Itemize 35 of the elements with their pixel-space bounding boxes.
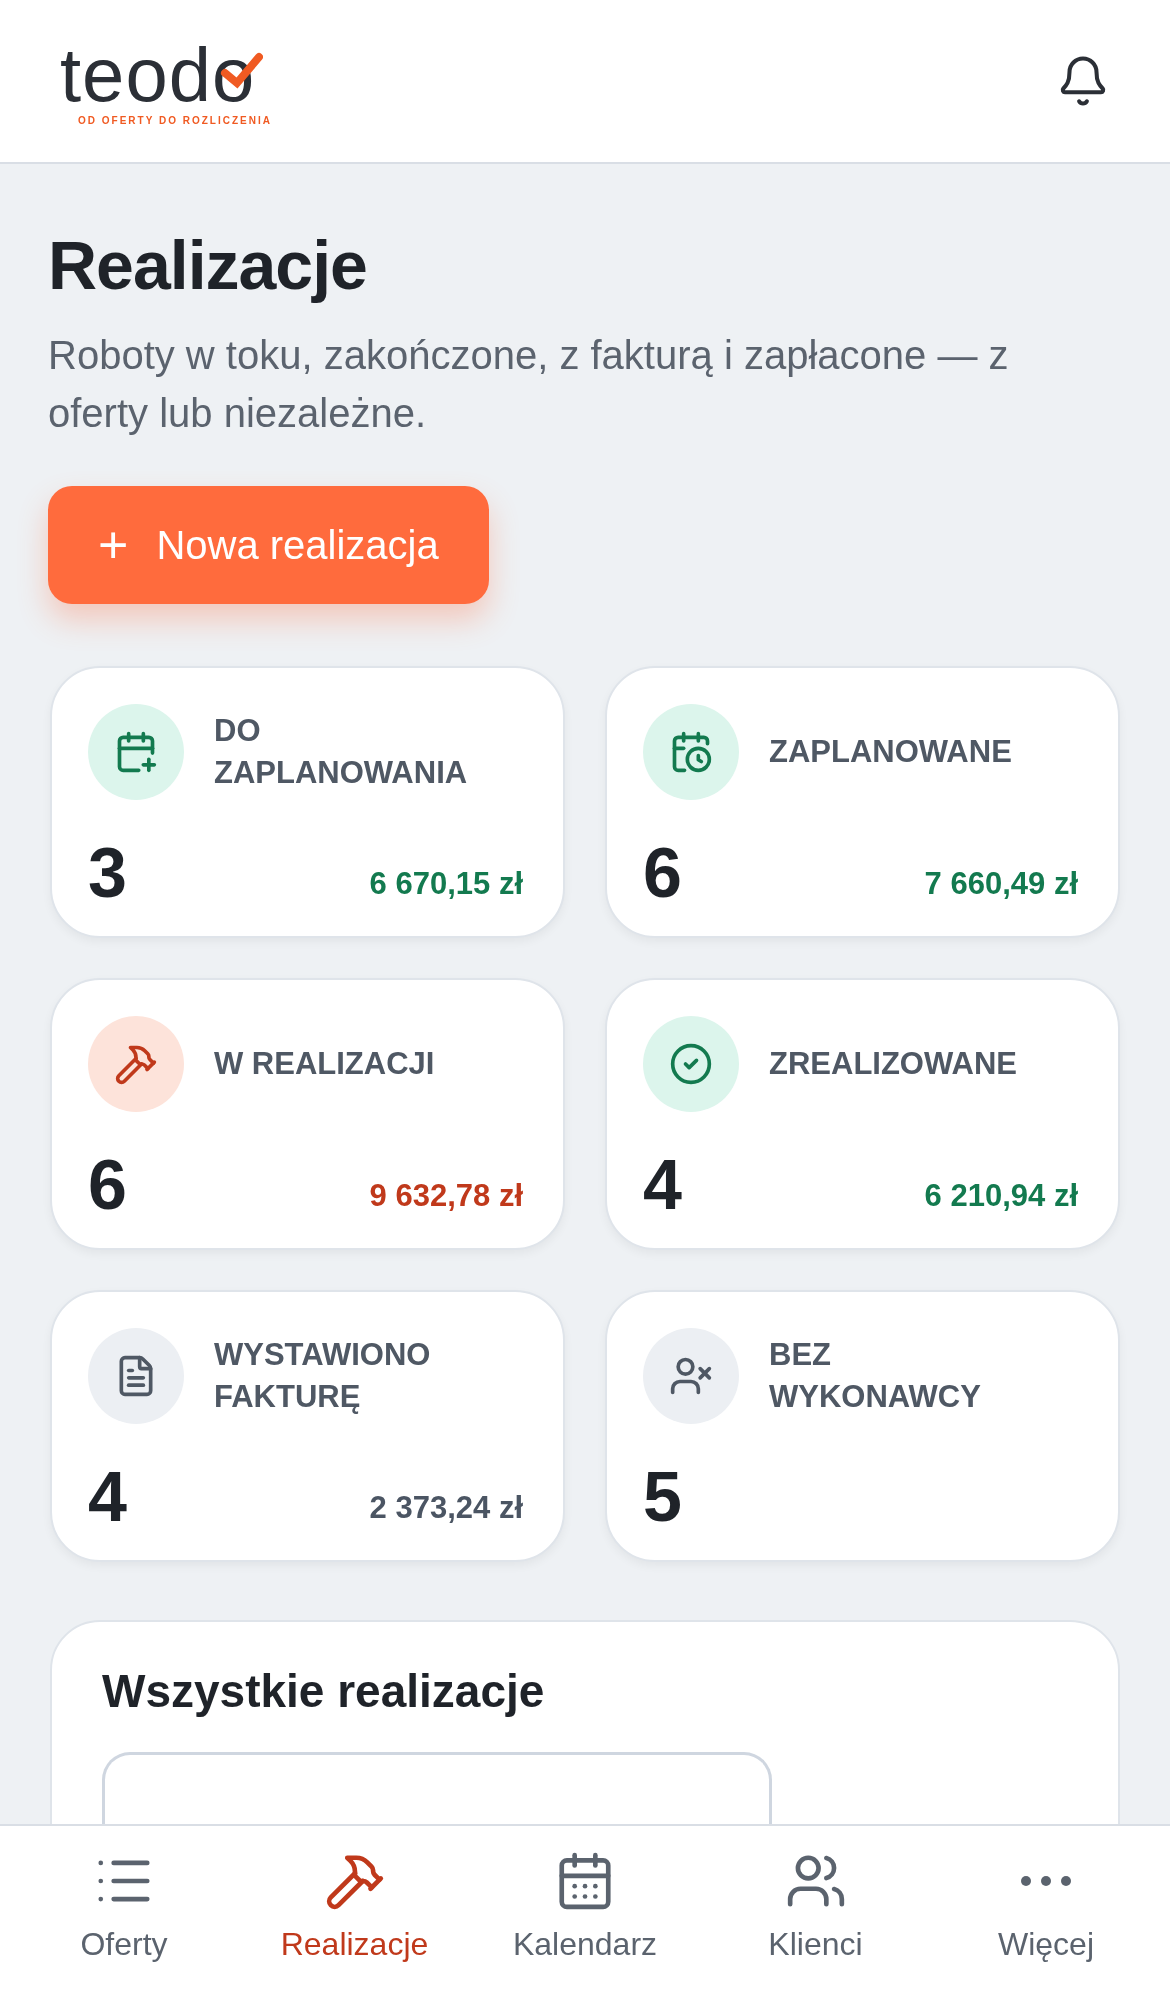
page-subtitle: Roboty w toku, zakończone, z fakturą i zapłacone — z oferty lub niezależne.	[48, 332, 1010, 437]
stat-card[interactable]: ZAPLANOWANE 6 7 660,49 zł	[605, 666, 1120, 938]
stat-amount: 7 660,49 zł	[924, 866, 1078, 902]
stat-card[interactable]: BEZ WYKONAWCY 5	[605, 1290, 1120, 1562]
stat-label: ZAPLANOWANE	[769, 733, 1012, 771]
stat-label: BEZ WYKONAWCY	[769, 1336, 982, 1416]
stat-label: DO ZAPLANOWANIA	[214, 712, 469, 792]
page-title: Realizacje	[48, 226, 368, 304]
stat-label: WYSTAWIONO FAKTURĘ	[214, 1336, 432, 1416]
nav-tab[interactable]: Kalendarz	[485, 1850, 685, 1992]
logo: teodo	[60, 36, 256, 113]
stat-amount: 6 210,94 zł	[924, 1178, 1078, 1214]
stat-count: 3	[88, 838, 127, 908]
stat-label: W REALIZACJI	[214, 1045, 435, 1083]
stat-amount: 9 632,78 zł	[369, 1178, 523, 1214]
check-circle-icon	[669, 1042, 713, 1086]
nav-tab[interactable]: Realizacje	[254, 1850, 455, 1992]
stat-card[interactable]: ZREALIZOWANE 4 6 210,94 zł	[605, 978, 1120, 1250]
nav-tab[interactable]: Klienci	[715, 1850, 916, 1992]
stat-count: 6	[88, 1150, 127, 1220]
section-title: Wszystkie realizacje	[102, 1664, 546, 1718]
stat-count: 6	[643, 838, 682, 908]
stat-count: 4	[643, 1150, 682, 1220]
stat-amount: 2 373,24 zł	[369, 1490, 523, 1526]
stat-count: 5	[643, 1462, 682, 1532]
stat-card[interactable]: WYSTAWIONO FAKTURĘ 4 2 373,24 zł	[50, 1290, 565, 1562]
nav-tab[interactable]: Oferty	[24, 1850, 224, 1992]
logo-tagline: OD OFERTY DO ROZLICZENIA	[78, 114, 272, 126]
stat-card[interactable]: DO ZAPLANOWANIA 3 6 670,15 zł	[50, 666, 565, 938]
stat-count: 4	[88, 1462, 127, 1532]
more-icon	[1020, 1875, 1072, 1887]
stat-label: ZREALIZOWANE	[769, 1045, 1017, 1083]
stat-amount: 6 670,15 zł	[369, 866, 523, 902]
nav-tab[interactable]: Więcej	[946, 1850, 1146, 1992]
stat-card[interactable]: W REALIZACJI 6 9 632,78 zł	[50, 978, 565, 1250]
